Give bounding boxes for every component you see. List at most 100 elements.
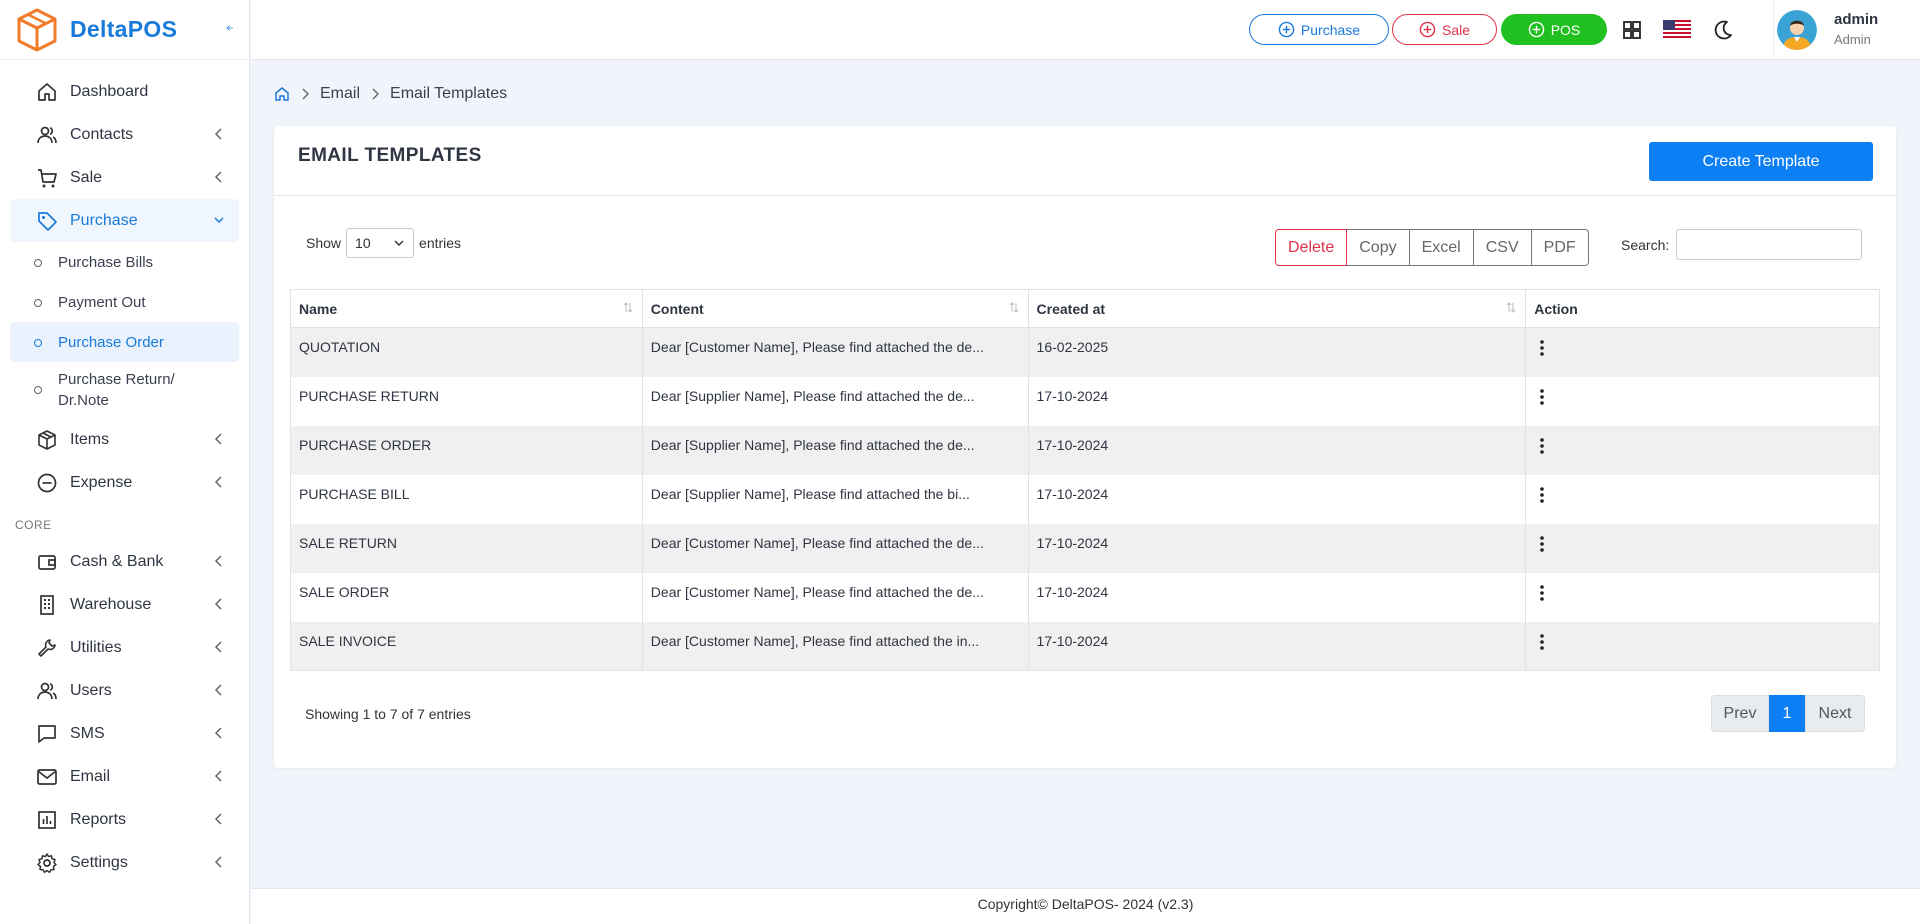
us-flag-icon[interactable] (1663, 20, 1691, 40)
cell-created-at: 17-10-2024 (1027, 425, 1527, 475)
sidebar-item-purchase[interactable]: Purchase (10, 199, 239, 242)
column-header-created-at[interactable]: Created at (1027, 289, 1527, 328)
cell-created-at: 16-02-2025 (1027, 327, 1527, 377)
column-header-content[interactable]: Content (641, 289, 1029, 328)
sidebar-item-sms[interactable]: SMS (10, 712, 239, 755)
cell-action (1525, 376, 1880, 426)
sidebar-subitem-label: Payment Out (58, 293, 146, 311)
avatar[interactable] (1777, 10, 1817, 50)
sidebar-item-utilities[interactable]: Utilities (10, 626, 239, 669)
footer: Copyright© DeltaPOS- 2024 (v2.3) (251, 888, 1920, 924)
pdf-button[interactable]: PDF (1531, 229, 1589, 266)
table-row: PURCHASE RETURN Dear [Supplier Name], Pl… (290, 376, 1880, 426)
collapse-sidebar-icon[interactable] (212, 17, 234, 39)
chevron-right-icon (372, 88, 380, 100)
quick-purchase-button[interactable]: Purchase (1249, 14, 1389, 45)
kebab-menu-icon[interactable] (1534, 387, 1550, 407)
pagination: Prev 1 Next (1711, 695, 1865, 732)
home-icon[interactable] (274, 86, 290, 102)
sidebar-item-contacts[interactable]: Contacts (10, 113, 239, 156)
chevron-right-icon (302, 88, 309, 100)
sidebar-item-warehouse[interactable]: Warehouse (10, 583, 239, 626)
sidebar-item-sale[interactable]: Sale (10, 156, 239, 199)
copy-button[interactable]: Copy (1347, 229, 1410, 266)
entries-label: entries (419, 235, 462, 251)
cell-action (1525, 474, 1880, 524)
cell-name: SALE RETURN (290, 523, 643, 573)
cell-created-at: 17-10-2024 (1027, 621, 1527, 671)
excel-button[interactable]: Excel (1409, 229, 1474, 266)
sidebar-item-label: Users (70, 681, 112, 699)
kebab-menu-icon[interactable] (1534, 583, 1550, 603)
sidebar-item-email[interactable]: Email (10, 755, 239, 798)
kebab-menu-icon[interactable] (1534, 632, 1550, 652)
kebab-menu-icon[interactable] (1534, 338, 1550, 358)
sidebar-item-label: Settings (70, 853, 128, 871)
plus-circle-icon (1528, 21, 1544, 38)
sidebar-item-label: SMS (70, 724, 105, 742)
page-title: EMAIL TEMPLATES (298, 145, 482, 166)
moon-icon[interactable] (1712, 19, 1734, 41)
sidebar: DeltaPOS Dashboard Contacts Sale Purchas… (0, 0, 250, 924)
sidebar-subitem-purchase-return[interactable]: Purchase Return/ Dr.Note (10, 362, 239, 418)
wrench-icon (38, 638, 56, 657)
breadcrumb-email[interactable]: Email (320, 85, 360, 103)
sidebar-subitem-purchase-order[interactable]: Purchase Order (10, 322, 239, 362)
sidebar-item-settings[interactable]: Settings (10, 841, 239, 884)
sidebar-item-cash-bank[interactable]: Cash & Bank (10, 540, 239, 583)
user-avatar-icon (1777, 10, 1817, 50)
sidebar-item-label: Expense (70, 473, 133, 491)
chevron-down-icon (394, 240, 404, 247)
cell-name: QUOTATION (290, 327, 643, 377)
bullet-icon (34, 299, 42, 307)
chevron-left-icon (214, 641, 222, 653)
sidebar-item-expense[interactable]: Expense (10, 461, 239, 504)
kebab-menu-icon[interactable] (1534, 485, 1550, 505)
page-number-button[interactable]: 1 (1769, 695, 1805, 732)
sidebar-item-dashboard[interactable]: Dashboard (10, 70, 239, 113)
chevron-left-icon (214, 476, 222, 488)
sidebar-subitem-purchase-bills[interactable]: Purchase Bills (10, 242, 239, 282)
chevron-left-icon (214, 727, 222, 739)
search-input[interactable] (1676, 229, 1863, 260)
kebab-menu-icon[interactable] (1534, 436, 1550, 456)
sidebar-item-items[interactable]: Items (10, 418, 239, 461)
csv-button[interactable]: CSV (1473, 229, 1532, 266)
email-templates-table: Name Content Created at Action QUOTATION… (290, 289, 1880, 671)
create-template-button[interactable]: Create Template (1649, 142, 1873, 181)
sidebar-item-reports[interactable]: Reports (10, 798, 239, 841)
prev-page-button[interactable]: Prev (1711, 695, 1769, 732)
cart-icon (38, 168, 57, 187)
sidebar-item-label: Purchase (70, 211, 138, 229)
card-header: EMAIL TEMPLATES Create Template (274, 126, 1896, 196)
table-info: Showing 1 to 7 of 7 entries (305, 706, 471, 722)
sidebar-item-users[interactable]: Users (10, 669, 239, 712)
apps-grid-icon[interactable] (1621, 19, 1643, 41)
users-icon (37, 126, 57, 143)
sidebar-item-label: Dashboard (70, 82, 149, 100)
chevron-left-icon (214, 555, 222, 567)
column-header-label: Created at (1036, 300, 1106, 317)
chevron-left-icon (214, 171, 222, 183)
chevron-left-icon (214, 128, 222, 140)
quick-pos-button[interactable]: POS (1501, 14, 1607, 45)
cell-content: Dear [Supplier Name], Please find attach… (641, 425, 1029, 475)
box-icon (38, 429, 56, 450)
page-length-value: 10 (355, 235, 371, 251)
cell-name: PURCHASE ORDER (290, 425, 643, 475)
cell-created-at: 17-10-2024 (1027, 572, 1527, 622)
column-header-name[interactable]: Name (290, 289, 643, 328)
sidebar-item-label: Reports (70, 810, 127, 828)
cell-content: Dear [Customer Name], Please find attach… (641, 621, 1029, 671)
quick-sale-button[interactable]: Sale (1392, 14, 1497, 45)
delete-button[interactable]: Delete (1275, 229, 1348, 266)
cell-name: PURCHASE BILL (290, 474, 643, 524)
next-page-button[interactable]: Next (1805, 695, 1865, 732)
sidebar-subitem-payment-out[interactable]: Payment Out (10, 282, 239, 322)
page-length-select[interactable]: 10 (346, 228, 415, 258)
cell-created-at: 17-10-2024 (1027, 376, 1527, 426)
plus-circle-icon (1278, 21, 1295, 38)
sidebar-subitem-label: Purchase Bills (58, 253, 154, 271)
kebab-menu-icon[interactable] (1534, 534, 1550, 554)
table-search: Search: (1621, 229, 1863, 260)
